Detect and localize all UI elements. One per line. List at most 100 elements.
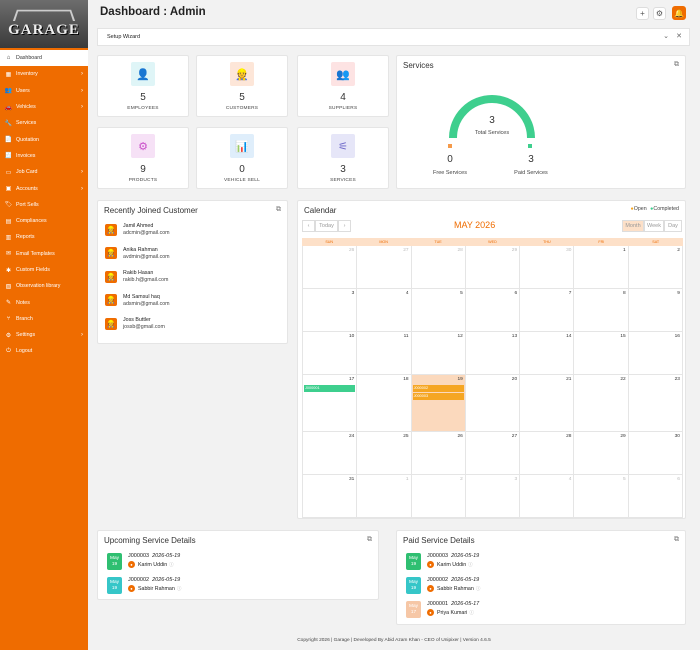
info-icon[interactable]: ⓘ — [169, 562, 174, 568]
calendar-day-cell[interactable]: 13 — [465, 332, 521, 375]
stat-card-suppliers[interactable]: 👥 4 SUPPLIERS — [297, 55, 389, 117]
calendar-day-cell[interactable]: 18 — [357, 375, 412, 432]
sidebar-item-accounts[interactable]: ▣ Accounts › — [0, 180, 88, 196]
calendar-day-cell[interactable]: 2 — [411, 475, 466, 518]
calendar-day-cell[interactable]: 3 — [465, 475, 521, 518]
notification-button[interactable]: 🔔 — [672, 6, 686, 20]
calendar-day-cell[interactable]: 14 — [520, 332, 575, 375]
next-month-button[interactable]: › — [338, 220, 351, 232]
calendar-event[interactable]: J000001 — [304, 385, 356, 392]
service-item[interactable]: May 19 J000003 2026-05-19 ● Karim Uddin ⓘ — [406, 553, 479, 570]
calendar-day-cell[interactable]: 6 — [628, 475, 683, 518]
sidebar-item-compliances[interactable]: ▤ Compliances — [0, 213, 88, 229]
calendar-day-cell[interactable]: 16 — [628, 332, 683, 375]
external-link-icon[interactable]: ⧉ — [674, 61, 679, 69]
sidebar-item-branch[interactable]: ⑂ Branch — [0, 311, 88, 327]
stat-card-employees[interactable]: 👤 5 EMPLOYEES — [97, 55, 189, 117]
calendar-day-cell[interactable]: 4 — [357, 289, 412, 332]
calendar-day-cell[interactable]: 10 — [303, 332, 358, 375]
calendar-day-cell[interactable]: 30 — [628, 432, 683, 475]
service-item[interactable]: May 19 J000002 2026-05-19 ● Sabbir Rahman ⓘ — [406, 577, 480, 594]
close-icon[interactable]: ✕ — [676, 32, 682, 40]
calendar-day-cell[interactable]: 24 — [303, 432, 358, 475]
stat-card-services[interactable]: ⚟ 3 SERVICES — [297, 127, 389, 189]
sidebar-item-services[interactable]: 🔧 Services — [0, 115, 88, 131]
info-icon[interactable]: ⓘ — [476, 586, 481, 592]
calendar-day-cell[interactable]: 4 — [520, 475, 575, 518]
customer-list-item[interactable]: 👷 Rakib Hasan rakib.h@gmail.com — [105, 270, 168, 283]
customer-list-item[interactable]: 👷 Anika Rahman avdmin@gmail.com — [105, 247, 170, 260]
calendar-day-cell[interactable]: 29 — [465, 246, 521, 289]
sidebar-item-quotation[interactable]: 📄 Quotation — [0, 131, 88, 147]
sidebar-item-settings[interactable]: ⚙ Settings › — [0, 327, 88, 343]
calendar-day-cell[interactable]: 21 — [520, 375, 575, 432]
calendar-day-cell[interactable]: 5 — [574, 475, 629, 518]
calendar-day-cell[interactable]: 11 — [357, 332, 412, 375]
calendar-day-cell[interactable]: 22 — [574, 375, 629, 432]
calendar-day-cell[interactable]: 1 — [574, 246, 629, 289]
sidebar-item-reports[interactable]: ▥ Reports — [0, 229, 88, 245]
sidebar-item-notes[interactable]: ✎ Notes — [0, 294, 88, 310]
sidebar-item-inventory[interactable]: ▦ Inventory › — [0, 66, 88, 82]
service-item[interactable]: May 19 J000002 2026-05-19 ● Sabbir Rahman ⓘ — [107, 577, 181, 594]
calendar-event[interactable]: J000003 — [412, 393, 464, 400]
customer-list-item[interactable]: 👷 Jamil Ahmed adcmin@gmail.com — [105, 223, 170, 236]
calendar-day-cell[interactable]: 28 — [520, 432, 575, 475]
calendar-day-cell[interactable]: 26 — [411, 432, 466, 475]
calendar-day-cell[interactable]: 7 — [520, 289, 575, 332]
calendar-day-cell[interactable]: 20 — [465, 375, 521, 432]
calendar-day-cell[interactable]: 29 — [574, 432, 629, 475]
view-month-button[interactable]: Month — [622, 220, 644, 232]
add-button[interactable]: + — [636, 7, 649, 20]
calendar-day-cell[interactable]: 31 — [303, 475, 358, 518]
calendar-day-cell[interactable]: 19 J000002 J000003 — [411, 375, 466, 432]
stat-card-vehicle-sell[interactable]: 📊 0 VEHICLE SELL — [196, 127, 288, 189]
external-link-icon[interactable]: ⧉ — [367, 536, 372, 544]
calendar-day-cell[interactable]: 1 — [357, 475, 412, 518]
calendar-event[interactable]: J000002 — [412, 385, 464, 392]
sidebar-item-observation-library[interactable]: ▧ Observation library — [0, 278, 88, 294]
sidebar-item-custom-fields[interactable]: ✱ Custom Fields — [0, 262, 88, 278]
info-icon[interactable]: ⓘ — [469, 610, 474, 616]
sidebar-item-port-sells[interactable]: 🏷 Port Sells — [0, 197, 88, 213]
setup-wizard-bar[interactable]: Setup Wizard ⌄ ✕ — [97, 28, 690, 46]
calendar-day-cell[interactable]: 25 — [357, 432, 412, 475]
calendar-day-cell[interactable]: 23 — [628, 375, 683, 432]
calendar-day-cell[interactable]: 8 — [574, 289, 629, 332]
calendar-day-cell[interactable]: 9 — [628, 289, 683, 332]
view-day-button[interactable]: Day — [664, 220, 682, 232]
calendar-day-cell[interactable]: 3 — [303, 289, 358, 332]
info-icon[interactable]: ⓘ — [177, 586, 182, 592]
sidebar-item-logout[interactable]: ⏻ Logout — [0, 343, 88, 359]
calendar-day-cell[interactable]: 6 — [465, 289, 521, 332]
customer-list-item[interactable]: 👷 Md Samsul haq adsmin@gmail.com — [105, 294, 170, 307]
customer-list-item[interactable]: 👷 Joss Buttler jossb@gmail.com — [105, 317, 165, 330]
logo[interactable]: GARAGE — [0, 0, 88, 48]
service-item[interactable]: May 17 J000001 2026-05-17 ● Priya Kumari ⓘ — [406, 601, 479, 618]
sidebar-item-users[interactable]: 👥 Users › — [0, 83, 88, 99]
sidebar-item-invoices[interactable]: 🧾 Invoices — [0, 148, 88, 164]
external-link-icon[interactable]: ⧉ — [674, 536, 679, 544]
calendar-day-cell[interactable]: 17 J000001 — [303, 375, 358, 432]
prev-month-button[interactable]: ‹ — [302, 220, 315, 232]
sidebar-item-dashboard[interactable]: ⌂ Dashboard — [0, 50, 88, 67]
sidebar-item-email-templates[interactable]: ✉ Email Templates — [0, 246, 88, 262]
info-icon[interactable]: ⓘ — [468, 562, 473, 568]
calendar-day-cell[interactable]: 27 — [465, 432, 521, 475]
calendar-day-cell[interactable]: 30 — [520, 246, 575, 289]
chevron-down-icon[interactable]: ⌄ — [663, 32, 669, 40]
sidebar-item-vehicles[interactable]: 🚗 Vehicles › — [0, 99, 88, 115]
today-button[interactable]: Today — [315, 220, 338, 232]
calendar-day-cell[interactable]: 5 — [411, 289, 466, 332]
stat-card-products[interactable]: ⚙ 9 PRODUCTS — [97, 127, 189, 189]
calendar-day-cell[interactable]: 26 — [303, 246, 358, 289]
calendar-day-cell[interactable]: 28 — [411, 246, 466, 289]
calendar-day-cell[interactable]: 27 — [357, 246, 412, 289]
settings-button[interactable]: ⚙ — [653, 7, 666, 20]
calendar-day-cell[interactable]: 12 — [411, 332, 466, 375]
service-item[interactable]: May 19 J000003 2026-05-19 ● Karim Uddin ⓘ — [107, 553, 180, 570]
view-week-button[interactable]: Week — [644, 220, 664, 232]
external-link-icon[interactable]: ⧉ — [276, 206, 281, 214]
sidebar-item-job-card[interactable]: ▭ Job Card › — [0, 164, 88, 180]
calendar-day-cell[interactable]: 15 — [574, 332, 629, 375]
